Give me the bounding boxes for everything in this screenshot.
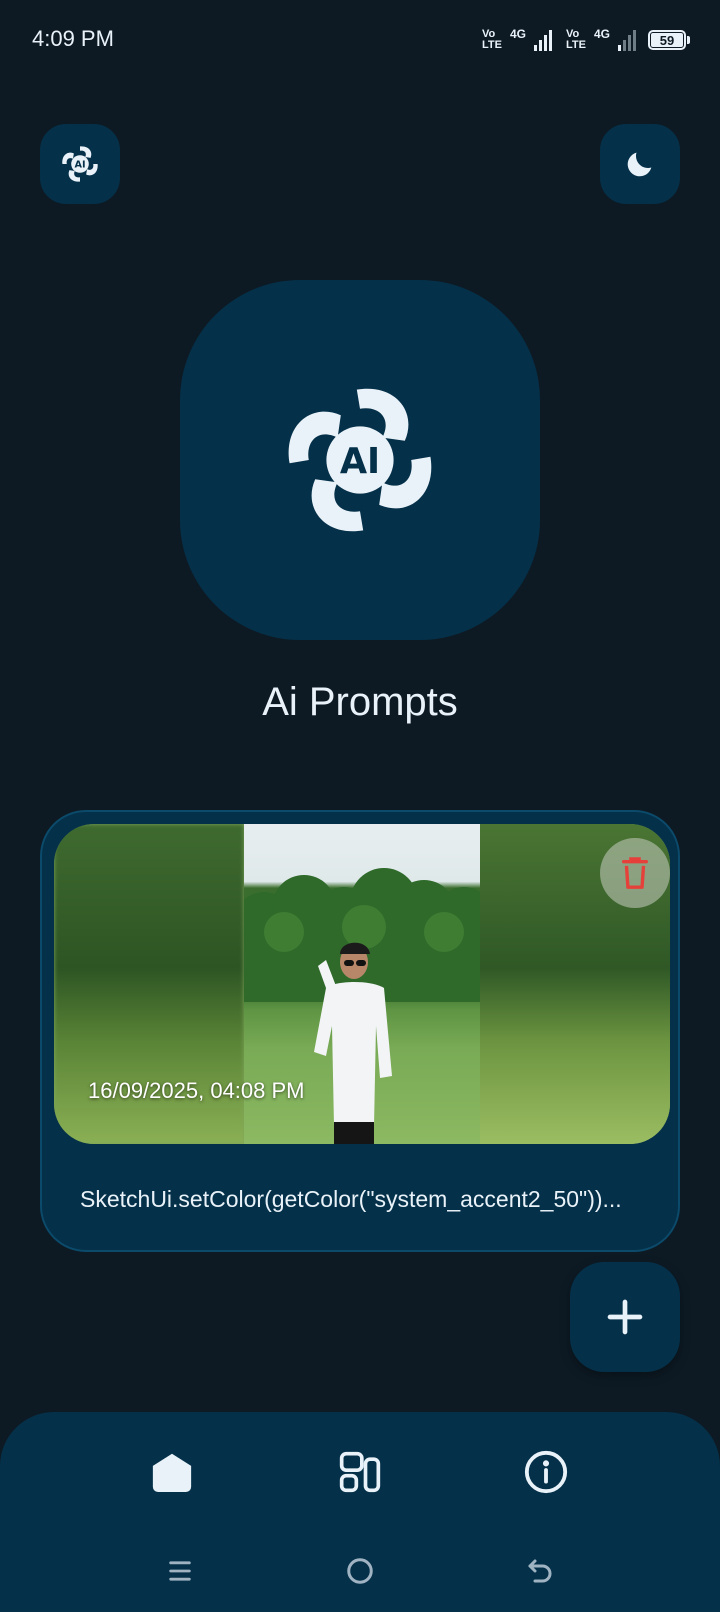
status-time: 4:09 PM bbox=[32, 26, 114, 51]
prompt-text: SketchUi.setColor(getColor("system_accen… bbox=[80, 1186, 622, 1212]
plus-icon bbox=[607, 1299, 643, 1335]
delete-button[interactable] bbox=[600, 838, 670, 908]
svg-text:AI: AI bbox=[74, 160, 85, 171]
system-home-button[interactable] bbox=[335, 1546, 385, 1596]
trash-icon bbox=[621, 857, 649, 889]
prompt-timestamp: 16/09/2025, 04:08 PM bbox=[88, 1078, 305, 1103]
ai-logo-icon-large: AI bbox=[288, 388, 432, 532]
menu-icon bbox=[169, 1561, 191, 1581]
home-icon bbox=[152, 1453, 192, 1492]
nav-home[interactable] bbox=[142, 1442, 202, 1502]
nav-widgets[interactable] bbox=[330, 1442, 390, 1502]
info-icon bbox=[524, 1450, 568, 1494]
circle-home-icon bbox=[347, 1558, 373, 1584]
widgets-icon bbox=[339, 1451, 381, 1493]
app-title: Ai Prompts bbox=[262, 680, 458, 724]
battery-level: 59 bbox=[651, 33, 683, 47]
add-prompt-button[interactable] bbox=[570, 1262, 680, 1372]
ai-logo-icon: AI bbox=[62, 146, 98, 182]
nav-info[interactable] bbox=[516, 1442, 576, 1502]
signal-icon-2 bbox=[618, 29, 636, 51]
network-type-1: 4G bbox=[510, 27, 527, 41]
back-icon bbox=[528, 1559, 552, 1583]
app-logo: AI bbox=[180, 280, 540, 640]
volte-indicator-2: Vo LTE bbox=[566, 28, 586, 51]
network-type-2: 4G bbox=[593, 27, 610, 41]
theme-toggle-button[interactable] bbox=[600, 124, 680, 204]
hero-logo-text: AI bbox=[340, 441, 380, 482]
moon-icon bbox=[627, 152, 652, 177]
battery-icon: 59 bbox=[648, 30, 690, 50]
system-back-button[interactable] bbox=[515, 1546, 565, 1596]
logo-button[interactable]: AI bbox=[40, 124, 120, 204]
status-icons: Vo LTE 4G Vo LTE 4G 59 bbox=[482, 26, 690, 54]
signal-icon-1 bbox=[534, 29, 553, 51]
system-menu-button[interactable] bbox=[155, 1546, 205, 1596]
volte-indicator-1: Vo LTE bbox=[482, 28, 502, 51]
